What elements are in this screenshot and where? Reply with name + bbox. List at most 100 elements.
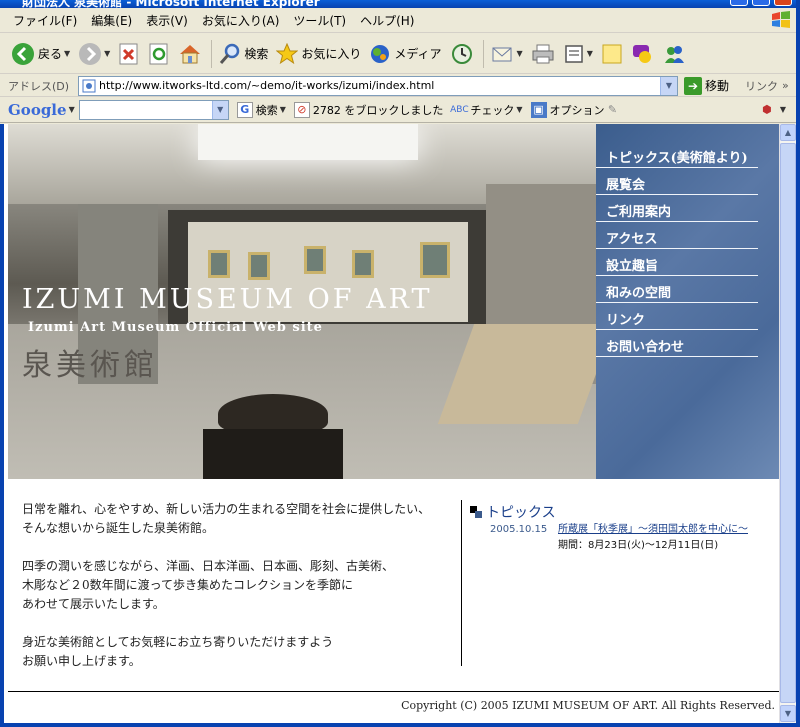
bookmark-icon: ⬢: [762, 103, 772, 116]
spell-check-button[interactable]: ABC チェック ▼: [450, 102, 522, 118]
nav-exhibitions[interactable]: 展覧会: [596, 168, 758, 195]
print-button[interactable]: [528, 38, 558, 70]
google-search-button[interactable]: G 検索 ▼: [236, 101, 286, 118]
options-label: オプション: [549, 103, 605, 117]
topics-square-icon: [470, 506, 482, 518]
extra-dropdown-icon[interactable]: ▼: [780, 105, 786, 114]
edit-dropdown-icon[interactable]: ▼: [587, 49, 593, 58]
menu-tools[interactable]: ツール(T): [286, 12, 353, 29]
nav-relaxation-space[interactable]: 和みの空間: [596, 276, 758, 303]
refresh-button[interactable]: [145, 38, 173, 70]
home-button[interactable]: [175, 38, 205, 70]
vertical-scrollbar[interactable]: ▲ ▼: [779, 124, 796, 723]
menu-edit[interactable]: 編集(E): [84, 12, 139, 29]
toolbar-separator: [482, 39, 484, 68]
copyright: Copyright (C) 2005 IZUMI MUSEUM OF ART. …: [401, 699, 775, 712]
address-input[interactable]: http://www.itworks-ltd.com/~demo/it-work…: [78, 75, 678, 96]
history-button[interactable]: [447, 38, 477, 70]
page-viewport: IZUMI MUSEUM OF ART Izumi Art Museum Off…: [4, 124, 779, 723]
menu-favorites[interactable]: お気に入り(A): [195, 12, 287, 29]
close-button[interactable]: [774, 0, 792, 6]
intro-paragraph: 四季の潤いを感じながら、洋画、日本洋画、日本画、彫刻、古美術、 木彫など２0数年間…: [22, 559, 395, 611]
google-menu-dropdown-icon[interactable]: ▼: [69, 105, 75, 114]
forward-dropdown-icon[interactable]: ▼: [104, 49, 110, 58]
mail-dropdown-icon[interactable]: ▼: [517, 49, 523, 58]
popup-blocker-button[interactable]: ⊘ 2782 をブロックしました: [293, 101, 443, 118]
nav-links[interactable]: リンク: [596, 303, 758, 330]
media-icon: [371, 44, 390, 63]
edit-button[interactable]: ▼: [560, 38, 596, 70]
site-nav: トピックス(美術館より) 展覧会 ご利用案内 アクセス 設立趣旨 和みの空間 リ…: [596, 124, 779, 479]
google-logo[interactable]: Google: [8, 101, 67, 119]
maximize-button[interactable]: [752, 0, 770, 6]
scroll-down-icon[interactable]: ▼: [780, 705, 796, 722]
google-extra-button[interactable]: ⬢ ▼: [759, 102, 786, 118]
media-button[interactable]: メディア: [366, 38, 444, 70]
back-dropdown-icon[interactable]: ▼: [64, 49, 70, 58]
note-icon: [602, 44, 622, 63]
address-label: アドレス(D): [8, 79, 70, 93]
popup-blocker-icon: ⊘: [293, 101, 310, 118]
pencil-icon: ✎: [607, 103, 618, 116]
topic-date: 2005.10.15: [490, 524, 548, 535]
search-icon: [220, 43, 240, 64]
nav-topics[interactable]: トピックス(美術館より): [596, 141, 758, 168]
menu-file[interactable]: ファイル(F): [6, 12, 84, 29]
go-button[interactable]: ➔ 移動: [684, 76, 729, 95]
edit-page-icon: [564, 44, 583, 63]
scrollbar-thumb[interactable]: [780, 143, 796, 703]
google-search-dropdown-icon[interactable]: ▼: [211, 100, 228, 119]
address-bar: アドレス(D) http://www.itworks-ltd.com/~demo…: [0, 75, 800, 97]
history-icon: [451, 43, 472, 64]
hero-painting: [208, 250, 230, 278]
hero-sculpture: [218, 394, 328, 434]
options-icon: ▣: [530, 101, 547, 118]
nav-contact[interactable]: お問い合わせ: [596, 330, 758, 357]
favorites-button[interactable]: お気に入り: [273, 38, 364, 70]
spell-check-label: チェック: [470, 103, 515, 117]
google-g-icon: G: [236, 101, 253, 118]
museum-logo-en: IZUMI MUSEUM OF ART: [22, 284, 433, 315]
footer-divider: [8, 691, 779, 692]
discuss-button[interactable]: [598, 38, 626, 70]
topic-period: 期間：8月23日(火)～12月11日(日): [558, 540, 719, 551]
topic-item: 2005.10.15 所蔵展「秋季展」～須田国太郎を中心に～ 期間：8月23日(火…: [490, 520, 748, 551]
chevron-right-icon[interactable]: »: [782, 79, 789, 92]
mail-icon: [492, 47, 512, 61]
search-button[interactable]: 検索: [216, 38, 271, 70]
google-search-menu-icon[interactable]: ▼: [280, 105, 286, 114]
menu-view[interactable]: 表示(V): [139, 12, 195, 29]
hero-painting: [304, 246, 326, 274]
nav-founding-purpose[interactable]: 設立趣旨: [596, 249, 758, 276]
forward-button[interactable]: ▼: [75, 38, 113, 70]
hero-image: IZUMI MUSEUM OF ART Izumi Art Museum Off…: [8, 124, 596, 479]
title-bar: 財団法人 泉美術館 - Microsoft Internet Explorer: [0, 0, 800, 8]
forward-arrow-icon: [79, 42, 102, 65]
google-toolbar: Google ▼ ▼ G 検索 ▼ ⊘ 2782 をブロックしました ABC チ…: [0, 97, 800, 123]
back-button[interactable]: 戻る ▼: [8, 38, 73, 70]
nav-guide[interactable]: ご利用案内: [596, 195, 758, 222]
stop-button[interactable]: [115, 38, 143, 70]
nav-access[interactable]: アクセス: [596, 222, 758, 249]
mail-button[interactable]: ▼: [488, 38, 526, 70]
windows-logo-icon: [772, 11, 790, 28]
messenger-button[interactable]: [628, 38, 658, 70]
topics-title: トピックス: [486, 505, 556, 521]
back-label: 戻る: [38, 47, 63, 61]
links-button[interactable]: リンク: [745, 78, 778, 94]
address-dropdown-icon[interactable]: ▼: [660, 76, 677, 95]
minimize-button[interactable]: [730, 0, 748, 6]
hero-painting: [352, 250, 374, 278]
scroll-up-icon[interactable]: ▲: [780, 124, 796, 141]
search-label: 検索: [244, 47, 269, 61]
spell-check-dropdown-icon[interactable]: ▼: [516, 105, 522, 114]
menu-help[interactable]: ヘルプ(H): [353, 12, 421, 29]
msn-buddy-button[interactable]: [660, 38, 690, 70]
google-search-input[interactable]: ▼: [78, 99, 229, 120]
window-frame-bottom: [0, 723, 800, 727]
content-divider: [461, 500, 462, 666]
toolbar-separator: [211, 39, 213, 68]
options-button[interactable]: ▣ オプション ✎: [530, 101, 624, 118]
topic-link[interactable]: 所蔵展「秋季展」～須田国太郎を中心に～: [558, 524, 748, 535]
museum-logo-subtitle: Izumi Art Museum Official Web site: [28, 320, 323, 335]
